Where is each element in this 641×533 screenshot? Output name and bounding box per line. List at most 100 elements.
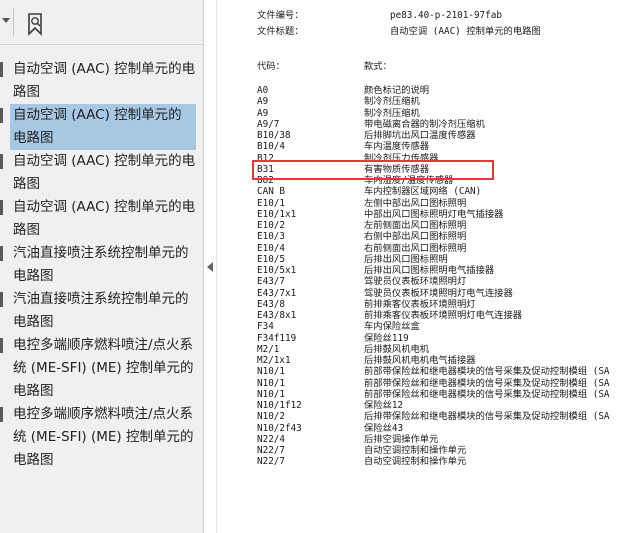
table-row: A0 颜色标记的说明 — [257, 85, 610, 96]
component-description: 保险丝12 — [364, 400, 404, 411]
component-code: E43/7x1 — [257, 287, 297, 299]
table-row: E10/5 后排出风口图标照明 — [257, 254, 610, 265]
doc-number-value: pe83.40-p-2101-97fab — [390, 10, 502, 21]
component-code: B10/38 — [257, 130, 291, 141]
table-row: A9/7 带电磁离合器的制冷剂压缩机 — [257, 119, 610, 130]
component-description: 前部带保险丝和继电器模块的信号采集及促动控制模组 (SA — [364, 388, 610, 400]
doc-title-label: 文件标题： — [257, 26, 304, 37]
bookmark-marker — [0, 246, 3, 261]
table-row: E10/5x1 后排出风口图标照明电气插接器 — [257, 265, 610, 276]
table-row: N10/1 前部带保险丝和继电器模块的信号采集及促动控制模组 (SA — [257, 366, 610, 377]
table-row: E10/4 右前侧面出风口图标照明 — [257, 243, 610, 254]
bookmark-marker — [0, 338, 3, 353]
table-row: M2/1 后排鼓风机电机 — [257, 344, 610, 355]
component-code: N10/1 — [257, 388, 285, 400]
component-code: N10/2f43 — [257, 422, 302, 434]
component-description: 驾驶员仪表板环境照明灯电气连接器 — [364, 287, 513, 299]
table-row: F34 车内保险丝盒 — [257, 321, 610, 332]
bookmark-item[interactable]: 汽油直接喷注系统控制单元的电路图 — [0, 288, 203, 334]
component-description: 制冷剂压缩机 — [364, 96, 420, 108]
bookmark-item[interactable]: 电控多端顺序燃料喷注/点火系统 (ME-SFI) (ME) 控制单元的电路图 — [0, 403, 203, 472]
highlight-box — [252, 160, 494, 180]
bookmark-label: 自动空调 (AAC) 控制单元的电路图 — [13, 199, 196, 238]
table-row: E43/8 前排乘客仪表板环境照明灯 — [257, 299, 610, 310]
table-row: E10/1x1 中部出风口图标照明灯电气插接器 — [257, 209, 610, 220]
bookmark-toolbar — [0, 0, 203, 45]
doc-title-value: 自动空调 (AAC) 控制单元的电路图 — [390, 26, 541, 37]
component-code: E10/5 — [257, 253, 285, 265]
component-code: N10/1 — [257, 377, 285, 389]
bookmark-item[interactable]: 自动空调 (AAC) 控制单元的电路图 — [0, 196, 203, 242]
component-table: A0 颜色标记的说明 A9 制冷剂压缩机 A9 制冷剂压缩机 A9/7 带电磁离合器的制冷剂压… — [257, 85, 610, 468]
doc-title-row: 文件标题： 自动空调 (AAC) 控制单元的电路图 — [257, 25, 541, 39]
table-row: N22/7 自动空调控制和操作单元 — [257, 456, 610, 467]
component-description: 右前侧面出风口图标照明 — [364, 242, 467, 254]
component-code: E10/4 — [257, 242, 285, 254]
chevron-down-icon[interactable] — [2, 18, 10, 23]
component-description: 左侧中部出风口图标照明 — [364, 197, 467, 209]
table-row: A9 制冷剂压缩机 — [257, 108, 610, 119]
component-code: M2/1 — [257, 343, 280, 355]
bookmark-marker — [0, 200, 3, 215]
component-code: E10/1x1 — [257, 208, 297, 220]
component-description: 左前侧面出风口图标照明 — [364, 220, 467, 231]
component-description: 制冷剂压缩机 — [364, 107, 420, 119]
component-code: E10/1 — [257, 197, 285, 209]
bookmark-label: 电控多端顺序燃料喷注/点火系统 (ME-SFI) (ME) 控制单元的电路图 — [13, 406, 194, 468]
table-row: N10/2f43 保险丝43 — [257, 423, 610, 434]
component-code: N10/1 — [257, 366, 285, 378]
table-row: N10/2 后排带保险丝和继电器模块的信号采集及促动控制模组 (SA — [257, 411, 610, 422]
table-row: N10/1f12 保险丝12 — [257, 400, 610, 411]
column-header-code: 代码： — [257, 61, 285, 72]
bookmark-label: 电控多端顺序燃料喷注/点火系统 (ME-SFI) (ME) 控制单元的电路图 — [13, 337, 194, 399]
bookmark-item-selected[interactable]: 自动空调 (AAC) 控制单元的电路图 — [0, 104, 196, 150]
component-description: 右侧中部出风口图标照明 — [364, 231, 467, 243]
component-code: B10/4 — [257, 141, 285, 153]
component-description: 后排鼓风机电机 — [364, 343, 430, 355]
bookmark-item[interactable]: 自动空调 (AAC) 控制单元的电路图 — [0, 150, 203, 196]
component-description: 后排脚坑出风口温度传感器 — [364, 130, 476, 141]
component-description: 带电磁离合器的制冷剂压缩机 — [364, 118, 485, 130]
table-row: B10/38 后排脚坑出风口温度传感器 — [257, 130, 610, 141]
component-description: 车内温度传感器 — [364, 141, 430, 153]
component-description: 前排乘客仪表板环境照明灯电气连接器 — [364, 310, 523, 321]
toolbar-divider — [13, 8, 14, 36]
component-description: 前部带保险丝和继电器模块的信号采集及促动控制模组 (SA — [364, 366, 610, 378]
bookmark-label: 自动空调 (AAC) 控制单元的电路图 — [13, 153, 196, 192]
table-row: E43/7x1 驾驶员仪表板环境照明灯电气连接器 — [257, 288, 610, 299]
component-code: N10/1f12 — [257, 400, 302, 411]
bookmark-item[interactable]: 自动空调 (AAC) 控制单元的电路图 — [0, 58, 203, 104]
bookmark-marker — [0, 154, 3, 169]
bookmark-marker — [0, 62, 3, 77]
bookmark-label: 自动空调 (AAC) 控制单元的电路图 — [13, 61, 196, 100]
component-code: CAN B — [257, 186, 285, 198]
bookmark-icon[interactable] — [24, 11, 46, 37]
component-description: 保险丝119 — [364, 332, 409, 344]
collapse-left-icon[interactable] — [207, 262, 213, 272]
bookmark-item[interactable]: 电控多端顺序燃料喷注/点火系统 (ME-SFI) (ME) 控制单元的电路图 — [0, 334, 203, 403]
component-description: 车内保险丝盒 — [364, 321, 420, 333]
component-code: E10/2 — [257, 220, 285, 231]
column-header-model: 款式： — [364, 61, 392, 72]
component-code: F34 — [257, 321, 274, 333]
component-code: F34f119 — [257, 332, 297, 344]
table-row: A9 制冷剂压缩机 — [257, 96, 610, 107]
table-row: E10/2 左前侧面出风口图标照明 — [257, 220, 610, 231]
component-description: 自动空调控制和操作单元 — [364, 445, 467, 456]
table-row: N10/1 前部带保险丝和继电器模块的信号采集及促动控制模组 (SA — [257, 378, 610, 389]
component-code: E43/8x1 — [257, 310, 297, 321]
component-code: A9 — [257, 96, 269, 108]
component-code: A0 — [257, 85, 269, 96]
component-description: 前排乘客仪表板环境照明灯 — [364, 298, 476, 310]
bookmark-item[interactable]: 汽油直接喷注系统控制单元的电路图 — [0, 242, 203, 288]
table-row: F34f119 保险丝119 — [257, 333, 610, 344]
component-description: 后排空调操作单元 — [364, 433, 439, 445]
component-description: 后排带保险丝和继电器模块的信号采集及促动控制模组 (SA — [364, 411, 610, 423]
component-code: N22/7 — [257, 456, 285, 468]
document-page: 文件编号： pe83.40-p-2101-97fab 文件标题： 自动空调 (AAC… — [217, 0, 641, 533]
component-code: E10/5x1 — [257, 265, 297, 276]
component-code: N22/4 — [257, 433, 285, 445]
component-code: N22/7 — [257, 445, 285, 456]
table-row: E43/7 驾驶员仪表板环境照明灯 — [257, 276, 610, 287]
component-description: 颜色标记的说明 — [364, 85, 430, 96]
